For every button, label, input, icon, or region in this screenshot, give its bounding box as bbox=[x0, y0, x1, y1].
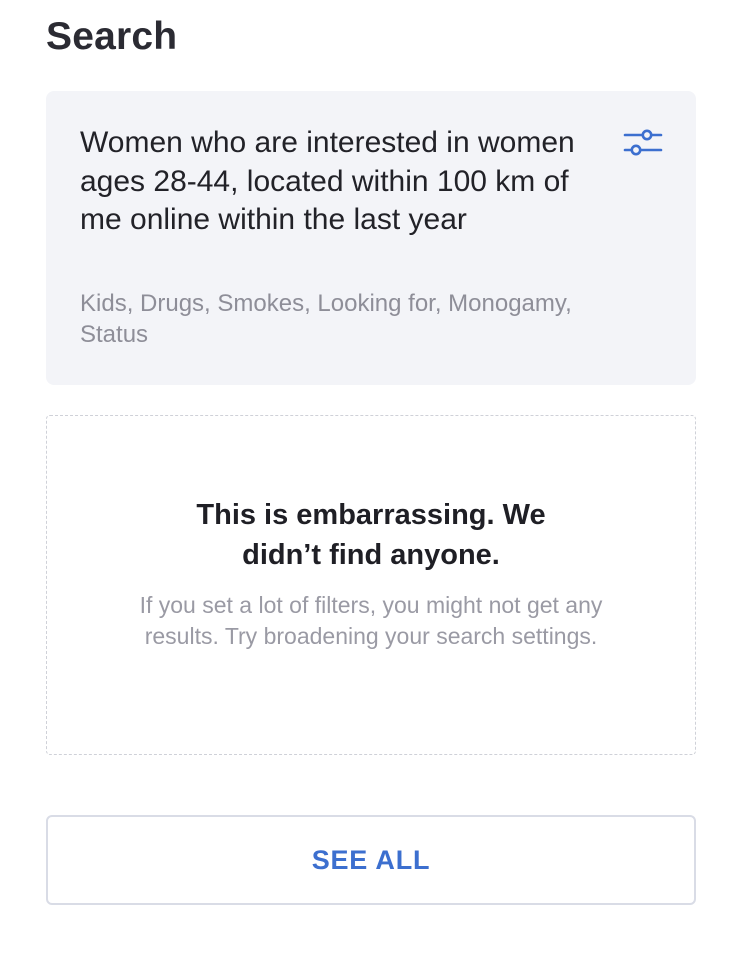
search-filter-list: Kids, Drugs, Smokes, Looking for, Monoga… bbox=[80, 290, 572, 348]
empty-results-box: This is embarrassing. We didn’t find any… bbox=[46, 415, 696, 755]
search-summary-text: Women who are interested in women ages 2… bbox=[80, 126, 575, 236]
empty-results-description: If you set a lot of filters, you might n… bbox=[139, 592, 603, 649]
empty-results-title: This is embarrassing. We didn’t find any… bbox=[196, 499, 546, 571]
page-title: Search bbox=[46, 15, 178, 58]
search-summary-card[interactable]: Women who are interested in women ages 2… bbox=[46, 91, 696, 385]
see-all-button[interactable]: SEE ALL bbox=[46, 815, 696, 905]
sliders-icon bbox=[623, 129, 663, 156]
filter-settings-button[interactable] bbox=[616, 121, 670, 165]
